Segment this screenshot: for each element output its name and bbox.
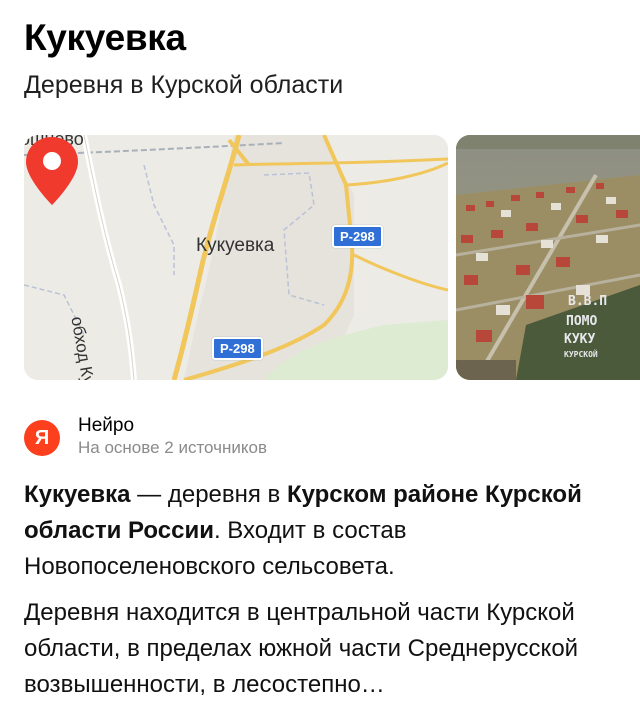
answer-text: — деревня в bbox=[130, 481, 287, 508]
map-thumbnail[interactable]: ошнево Кукуевка обход Курска Р-298 Р-298 bbox=[24, 135, 448, 380]
village-aerial-image: В.В.П ПОМО КУКУ КУРСКОЙ bbox=[456, 135, 640, 380]
sign-line: ПОМО bbox=[566, 314, 597, 329]
map-place-label: Кукуевка bbox=[196, 235, 275, 256]
sources-link[interactable]: На основе 2 источников bbox=[78, 437, 267, 459]
sign-line: КУКУ bbox=[564, 332, 595, 347]
answer-paragraph: Кукуевка — деревня в Курском районе Курс… bbox=[24, 477, 624, 585]
page-subtitle: Деревня в Курской области bbox=[24, 71, 344, 99]
neuro-title: Нейро bbox=[78, 415, 135, 436]
place-photo[interactable]: В.В.П ПОМО КУКУ КУРСКОЙ bbox=[456, 135, 640, 380]
neuro-logo-icon: Я bbox=[24, 420, 60, 456]
route-badge: Р-298 bbox=[212, 337, 263, 360]
location-pin-icon bbox=[26, 137, 78, 205]
page-title: Кукуевка bbox=[24, 17, 186, 58]
answer-paragraph: Деревня находится в центральной части Ку… bbox=[24, 599, 579, 698]
sign-line: КУРСКОЙ bbox=[564, 348, 598, 359]
answer-bold: Кукуевка bbox=[24, 481, 131, 508]
sign-line: В.В.П bbox=[568, 294, 607, 309]
route-badge: Р-298 bbox=[332, 225, 383, 248]
